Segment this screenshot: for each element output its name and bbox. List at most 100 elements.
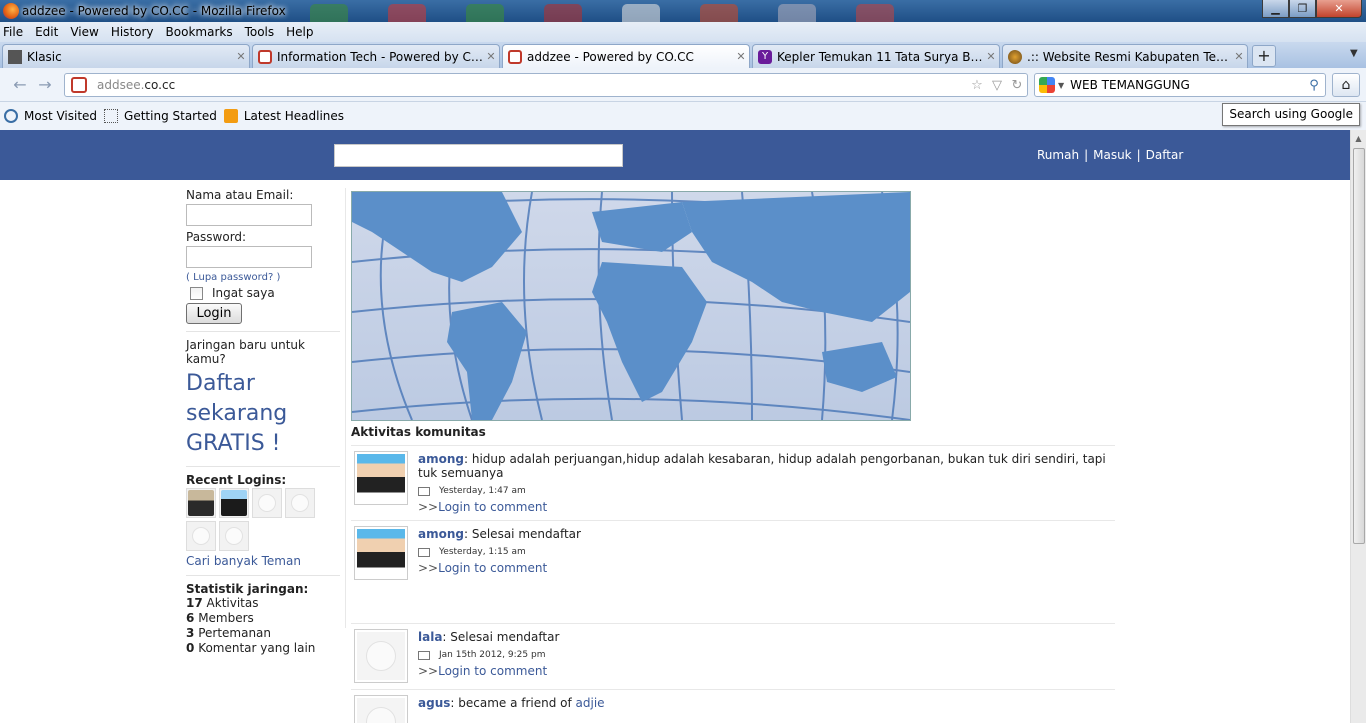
- close-tab-icon[interactable]: ✕: [983, 50, 999, 63]
- password-field[interactable]: [186, 246, 312, 268]
- recent-login-avatar[interactable]: [219, 488, 249, 518]
- bookmark-latest-headlines[interactable]: Latest Headlines: [223, 109, 344, 123]
- forgot-password-link[interactable]: Lupa password?: [193, 272, 273, 283]
- menu-file[interactable]: File: [3, 25, 23, 39]
- register-free-link[interactable]: Daftar sekarang GRATIS !: [186, 369, 340, 459]
- home-button[interactable]: ⌂: [1332, 73, 1360, 97]
- recent-login-avatar[interactable]: [186, 488, 216, 518]
- email-field[interactable]: [186, 204, 312, 226]
- activity-user-link[interactable]: agus: [418, 696, 450, 710]
- firefox-icon: [3, 3, 19, 19]
- activity-user-link[interactable]: among: [418, 452, 464, 466]
- url-domain: co.cc: [144, 78, 176, 92]
- close-tab-icon[interactable]: ✕: [233, 50, 249, 63]
- url-text[interactable]: addsee.co.cc: [97, 78, 967, 92]
- activity-time: Yesterday, 1:15 am: [439, 547, 526, 557]
- vertical-scrollbar[interactable]: ▲: [1350, 130, 1366, 723]
- page-content: Rumah | Masuk | Daftar Nama atau Email: Pass…: [0, 130, 1350, 723]
- forward-button[interactable]: →: [33, 73, 57, 97]
- menu-history[interactable]: History: [111, 25, 154, 39]
- nav-login-link[interactable]: Masuk: [1093, 148, 1132, 162]
- menu-bar: File Edit View History Bookmarks Tools H…: [0, 22, 1366, 42]
- friend-link[interactable]: adjie: [576, 696, 605, 710]
- list-all-tabs-icon[interactable]: ▼: [1350, 48, 1358, 59]
- history-dropdown-icon[interactable]: ▽: [987, 78, 1007, 93]
- activity-user-link[interactable]: lala: [418, 630, 442, 644]
- divider: [186, 331, 340, 332]
- address-bar[interactable]: addsee.co.cc ☆ ▽ ↻: [64, 73, 1028, 97]
- recent-login-avatar[interactable]: [186, 521, 216, 551]
- recent-logins-list: [186, 488, 326, 554]
- user-avatar[interactable]: [354, 695, 408, 723]
- tab-klasic[interactable]: Klasic ✕: [2, 44, 250, 68]
- bookmark-label: Most Visited: [24, 109, 98, 123]
- site-search-input[interactable]: [334, 144, 623, 167]
- nav-register-link[interactable]: Daftar: [1146, 148, 1184, 162]
- most-visited-icon: [4, 109, 18, 123]
- bookmark-star-icon[interactable]: ☆: [967, 78, 987, 93]
- close-tab-icon[interactable]: ✕: [1231, 50, 1247, 63]
- engine-dropdown-icon[interactable]: ▼: [1058, 81, 1064, 90]
- close-tab-icon[interactable]: ✕: [483, 50, 499, 63]
- close-window-button[interactable]: ✕: [1316, 0, 1362, 18]
- nav-home-link[interactable]: Rumah: [1037, 148, 1079, 162]
- menu-edit[interactable]: Edit: [35, 25, 58, 39]
- close-tab-icon[interactable]: ✕: [733, 50, 749, 63]
- minimize-button[interactable]: ▁: [1262, 0, 1289, 18]
- email-label: Nama atau Email:: [186, 188, 294, 202]
- tab-information-tech[interactable]: Information Tech - Powered by CO.CC ✕: [252, 44, 500, 68]
- activity-item: agus: became a friend of adjie: [351, 689, 1115, 723]
- remember-me-label: Ingat saya: [212, 286, 275, 300]
- scrollbar-thumb[interactable]: [1353, 148, 1365, 544]
- bookmark-getting-started[interactable]: Getting Started: [104, 109, 217, 123]
- user-avatar[interactable]: [354, 629, 408, 683]
- menu-bookmarks[interactable]: Bookmarks: [166, 25, 233, 39]
- menu-tools[interactable]: Tools: [245, 25, 275, 39]
- tab-label: .:: Website Resmi Kabupaten Temang...: [1027, 49, 1231, 64]
- activity-user-link[interactable]: among: [418, 527, 464, 541]
- join-line: sekarang: [186, 401, 288, 426]
- reload-icon[interactable]: ↻: [1007, 78, 1027, 93]
- bookmark-label: Getting Started: [124, 109, 217, 123]
- login-button[interactable]: Login: [186, 303, 242, 324]
- search-bar[interactable]: ▼ WEB TEMANGGUNG ⚲: [1034, 73, 1326, 97]
- tab-kepler[interactable]: Y Kepler Temukan 11 Tata Surya Baru - ..…: [752, 44, 1000, 68]
- new-tab-button[interactable]: +: [1252, 45, 1276, 67]
- tab-kabupaten[interactable]: .:: Website Resmi Kabupaten Temang... ✕: [1002, 44, 1248, 68]
- recent-login-avatar[interactable]: [252, 488, 282, 518]
- user-avatar[interactable]: [354, 526, 408, 580]
- password-label: Password:: [186, 230, 247, 244]
- recent-login-avatar[interactable]: [219, 521, 249, 551]
- bookmark-most-visited[interactable]: Most Visited: [4, 109, 97, 123]
- default-avatar-icon: [258, 494, 276, 512]
- recent-login-avatar[interactable]: [285, 488, 315, 518]
- search-icon[interactable]: ⚲: [1303, 78, 1325, 93]
- tab-addzee[interactable]: addzee - Powered by CO.CC ✕: [502, 44, 750, 68]
- menu-view[interactable]: View: [70, 25, 98, 39]
- maximize-button[interactable]: ❐: [1289, 0, 1316, 18]
- google-engine-icon[interactable]: [1039, 77, 1055, 93]
- kabupaten-favicon-icon: [1008, 49, 1022, 64]
- search-input[interactable]: WEB TEMANGGUNG: [1070, 78, 1303, 92]
- default-avatar-icon: [225, 527, 243, 545]
- login-to-comment-link[interactable]: Login to comment: [438, 664, 547, 678]
- main-column: Aktivitas komunitas among: hidup adalah …: [351, 191, 1115, 723]
- back-button[interactable]: ←: [8, 73, 32, 97]
- divider: [186, 466, 340, 467]
- join-prompt: Jaringan baru untuk kamu?: [186, 338, 305, 366]
- login-to-comment-link[interactable]: Login to comment: [438, 500, 547, 514]
- join-line: Daftar: [186, 371, 255, 396]
- default-avatar-icon: [366, 641, 396, 671]
- scroll-up-icon[interactable]: ▲: [1351, 130, 1366, 147]
- comment-icon: [418, 547, 430, 557]
- find-friends-link[interactable]: Cari banyak Teman: [186, 554, 340, 568]
- user-avatar[interactable]: [354, 451, 408, 505]
- menu-help[interactable]: Help: [286, 25, 313, 39]
- forgot-password: ( Lupa password? ): [186, 272, 340, 283]
- default-avatar-icon: [366, 707, 396, 723]
- site-header: Rumah | Masuk | Daftar: [0, 130, 1350, 180]
- remember-me-checkbox[interactable]: [190, 286, 203, 300]
- comment-icon: [418, 486, 430, 496]
- coc-favicon-icon: [258, 49, 272, 64]
- login-to-comment-link[interactable]: Login to comment: [438, 561, 547, 575]
